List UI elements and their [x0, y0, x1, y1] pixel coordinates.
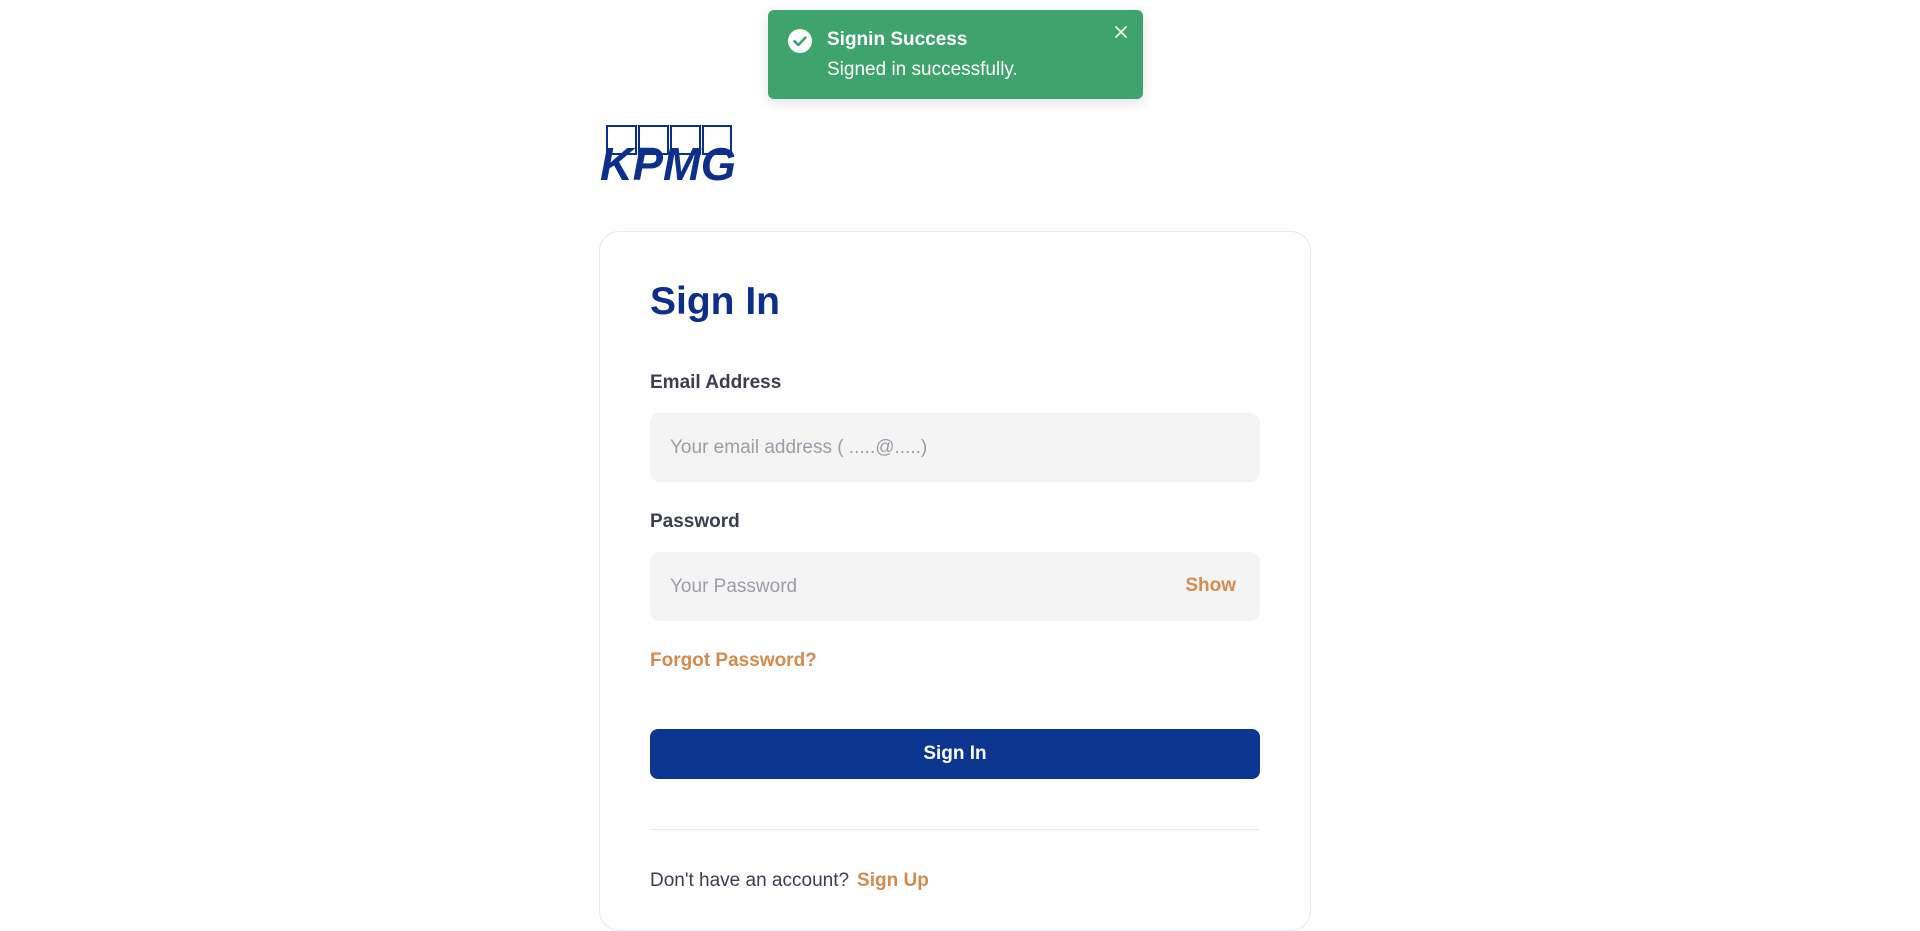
toast-message: Signed in successfully.	[827, 59, 1018, 80]
forgot-password-link[interactable]: Forgot Password?	[650, 649, 817, 673]
sign-in-button[interactable]: Sign In	[650, 729, 1260, 779]
signup-prompt: Don't have an account? Sign Up	[650, 869, 929, 893]
success-toast: Signin Success Signed in successfully.	[768, 10, 1143, 99]
close-icon[interactable]	[1109, 20, 1133, 44]
email-input[interactable]	[650, 413, 1260, 482]
signup-prompt-text: Don't have an account?	[650, 870, 850, 891]
password-input[interactable]	[650, 552, 1260, 621]
svg-text:KPMG: KPMG	[600, 138, 736, 183]
email-label: Email Address	[650, 372, 782, 393]
kpmg-logo: KPMG	[598, 123, 738, 190]
email-field-wrapper	[650, 413, 1260, 482]
show-password-toggle[interactable]: Show	[1185, 574, 1236, 598]
password-field-wrapper: Show	[650, 552, 1260, 621]
toast-title: Signin Success	[827, 29, 968, 50]
page-title: Sign In	[650, 280, 780, 323]
signin-card: Sign In Email Address Password Show Forg…	[599, 231, 1311, 931]
divider	[650, 829, 1260, 830]
password-label: Password	[650, 511, 740, 532]
check-circle-icon	[787, 28, 813, 54]
sign-up-link[interactable]: Sign Up	[857, 870, 929, 891]
